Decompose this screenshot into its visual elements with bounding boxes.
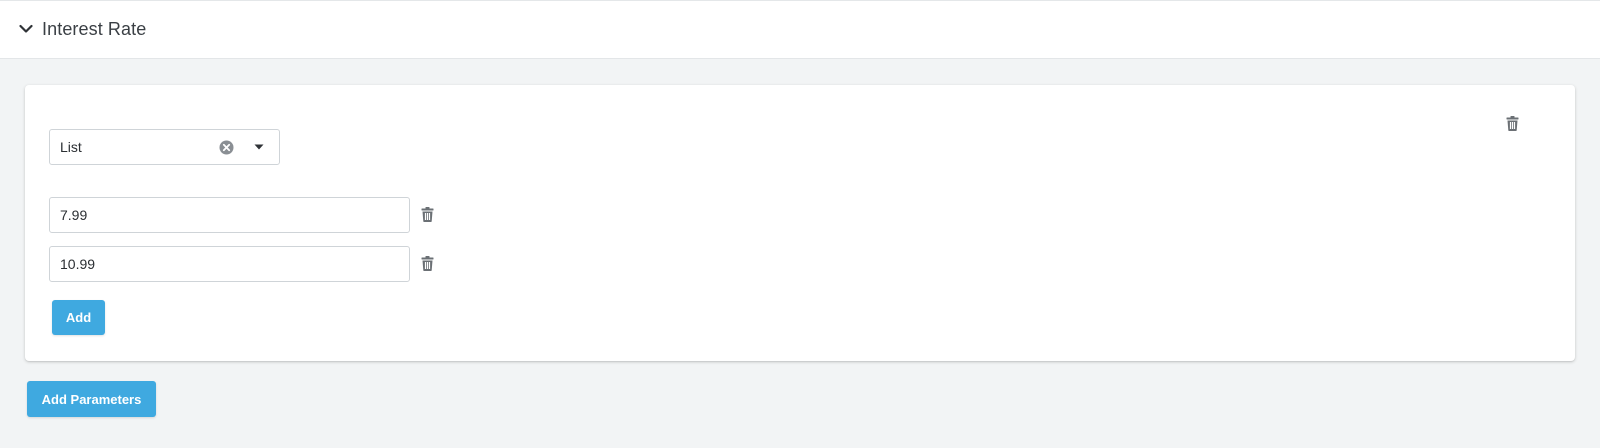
delete-value-icon[interactable] <box>416 203 438 225</box>
caret-down-icon[interactable] <box>251 139 267 155</box>
clear-circle-icon[interactable] <box>218 139 234 155</box>
add-value-button[interactable]: Add <box>52 300 105 335</box>
section-title: Interest Rate <box>42 19 147 39</box>
parameter-value-input[interactable] <box>49 246 410 282</box>
page: Interest Rate List 7.99 10.99 Add Add Pa… <box>0 0 1600 448</box>
parameter-card: List 7.99 10.99 Add <box>25 85 1575 361</box>
section-header-toggle[interactable]: Interest Rate <box>0 0 1600 59</box>
parameter-value-input[interactable] <box>49 197 410 233</box>
delete-parameter-icon[interactable] <box>1501 112 1523 134</box>
parameter-type-value: List <box>60 139 82 155</box>
add-parameters-button[interactable]: Add Parameters <box>27 381 156 417</box>
chevron-down-icon[interactable] <box>18 21 34 37</box>
parameter-type-select[interactable]: List <box>49 129 280 165</box>
delete-value-icon[interactable] <box>416 252 438 274</box>
